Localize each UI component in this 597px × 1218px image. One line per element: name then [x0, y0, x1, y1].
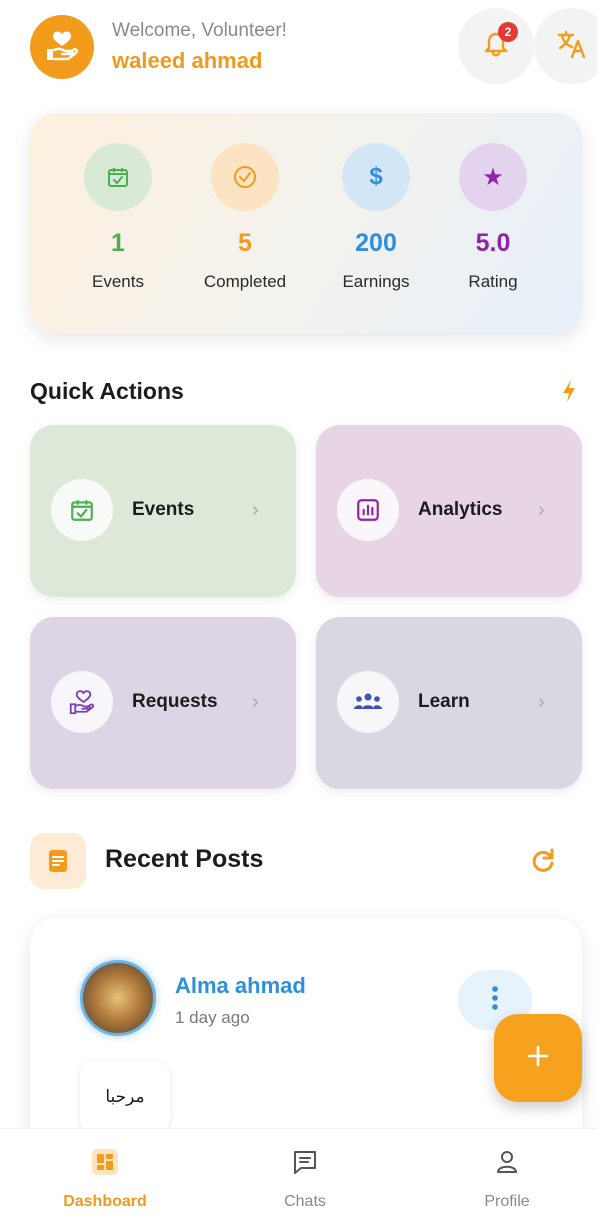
quick-action-analytics[interactable]: Analytics › — [316, 425, 582, 597]
language-button[interactable] — [534, 8, 597, 84]
avatar[interactable] — [80, 960, 156, 1036]
quick-action-label: Events — [132, 499, 195, 520]
stats-card: 1 Events 5 Completed $ 200 Earnings ★ 5.… — [30, 113, 582, 333]
chat-icon — [225, 1145, 385, 1179]
nav-chats[interactable]: Chats — [225, 1145, 385, 1211]
heart-hand-icon — [51, 671, 113, 733]
stat-value: 1 — [111, 229, 125, 257]
chevron-right-icon: › — [538, 499, 545, 521]
post-author[interactable]: Alma ahmad — [175, 973, 306, 999]
chevron-right-icon: › — [538, 691, 545, 713]
stat-completed: 5 Completed — [180, 143, 310, 292]
bottom-nav: Dashboard Chats Profile — [0, 1128, 597, 1218]
stat-label: Completed — [203, 272, 287, 291]
quick-action-events[interactable]: Events › — [30, 425, 296, 597]
post-time: 1 day ago — [175, 1008, 250, 1027]
stat-events: 1 Events — [53, 143, 183, 292]
profile-icon — [427, 1145, 587, 1179]
quick-action-label: Analytics — [418, 499, 503, 520]
notifications-button[interactable]: 2 — [458, 8, 534, 84]
notification-badge: 2 — [498, 22, 518, 42]
nav-label: Dashboard — [63, 1193, 147, 1210]
dollar-icon: $ — [342, 143, 410, 211]
stat-label: Earnings — [342, 272, 410, 291]
dashboard-icon — [25, 1145, 185, 1179]
add-post-button[interactable] — [494, 1014, 582, 1102]
quick-action-requests[interactable]: Requests › — [30, 617, 296, 789]
header: Welcome, Volunteer! waleed ahmad 2 — [0, 0, 597, 92]
calendar-check-icon — [84, 143, 152, 211]
analytics-icon — [337, 479, 399, 541]
quick-action-learn[interactable]: Learn › — [316, 617, 582, 789]
stat-rating: ★ 5.0 Rating — [428, 143, 558, 292]
chevron-right-icon: › — [252, 691, 259, 713]
app-logo — [30, 15, 94, 79]
more-vertical-icon — [491, 985, 499, 1016]
stat-label: Events — [92, 272, 144, 291]
translate-icon — [555, 27, 589, 66]
nav-profile[interactable]: Profile — [427, 1145, 587, 1211]
recent-posts-title: Recent Posts — [105, 845, 264, 873]
refresh-icon[interactable] — [528, 846, 558, 881]
calendar-check-icon — [51, 479, 113, 541]
username: waleed ahmad — [112, 48, 263, 73]
nav-dashboard[interactable]: Dashboard — [25, 1145, 185, 1211]
stat-earnings: $ 200 Earnings — [311, 143, 441, 292]
stat-label: Rating — [468, 272, 518, 291]
nav-label: Chats — [284, 1193, 326, 1210]
nav-label: Profile — [484, 1193, 530, 1210]
welcome-text: Welcome, Volunteer! — [112, 20, 287, 41]
quick-actions-title: Quick Actions — [30, 378, 184, 404]
quick-action-label: Requests — [132, 691, 218, 712]
plus-icon — [524, 1042, 552, 1075]
posts-icon — [30, 833, 86, 889]
star-icon: ★ — [459, 143, 527, 211]
dashboard-screen: Welcome, Volunteer! waleed ahmad 2 1 Eve… — [0, 0, 597, 1218]
people-icon — [337, 671, 399, 733]
quick-action-label: Learn — [418, 691, 470, 712]
post-content: مرحبا — [80, 1061, 170, 1133]
stat-value: 5.0 — [475, 229, 511, 257]
bolt-icon — [560, 378, 578, 409]
chevron-right-icon: › — [252, 499, 259, 521]
stat-value: 200 — [355, 229, 397, 257]
heart-hand-icon — [42, 25, 82, 70]
stat-value: 5 — [238, 229, 252, 257]
check-circle-icon — [211, 143, 279, 211]
